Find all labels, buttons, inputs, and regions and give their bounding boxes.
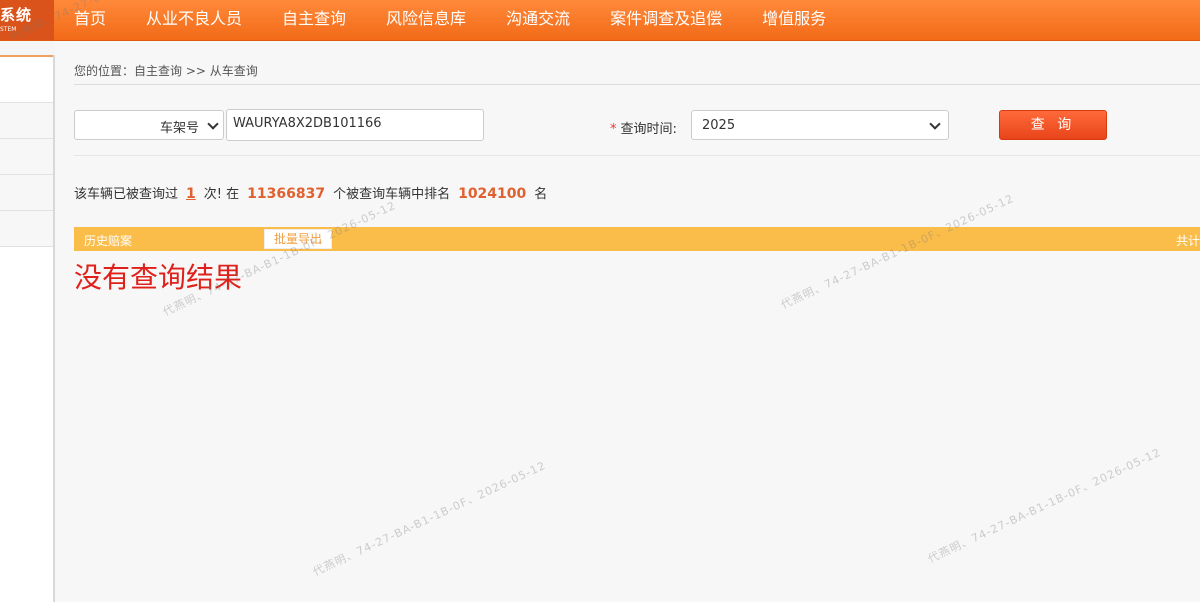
main-nav: 首页 从业不良人员 自主查询 风险信息库 沟通交流 案件调查及追偿 增值服务 [54, 0, 846, 40]
chevron-down-icon [929, 118, 941, 130]
query-count[interactable]: 1 [186, 186, 196, 202]
batch-export-button[interactable]: 批量导出 [264, 229, 332, 249]
query-button[interactable]: 查 询 [999, 110, 1107, 140]
divider [74, 155, 1200, 156]
total-vehicles: 11366837 [247, 186, 326, 202]
query-time-label: * 查询时间: [610, 118, 677, 137]
breadcrumb: 您的位置：自主查询 >> 从车查询 [74, 64, 258, 78]
no-result-message: 没有查询结果 [74, 261, 243, 294]
nav-bad-practitioners[interactable]: 从业不良人员 [126, 0, 262, 40]
stats-prefix: 该车辆已被查询过 [74, 187, 179, 202]
logo[interactable]: 系统 STEM [0, 0, 54, 40]
logo-text: 系统 [0, 6, 33, 24]
query-time-text: 查询时间: [620, 122, 677, 137]
logo-subtext: STEM [0, 26, 17, 33]
sidebar-item[interactable] [0, 139, 53, 175]
nav-self-query[interactable]: 自主查询 [262, 0, 366, 40]
query-stats: 该车辆已被查询过 1 次! 在 11366837 个被查询车辆中排名 1024100 名 [74, 183, 547, 202]
stats-mid1: 次! 在 [203, 187, 240, 202]
stats-mid2: 个被查询车辆中排名 [333, 187, 451, 202]
history-title: 历史赔案 [84, 234, 133, 248]
search-type-value: 车架号 [159, 121, 199, 136]
sidebar-item[interactable] [0, 103, 53, 139]
nav-value-added[interactable]: 增值服务 [742, 0, 846, 40]
query-time-value: 2025 [702, 118, 736, 133]
rank-value: 1024100 [458, 186, 527, 202]
main-content: 您的位置：自主查询 >> 从车查询 车架号 WAURYA8X2DB101166 … [55, 41, 1200, 602]
history-claims-bar: 历史赔案 批量导出 共计 [74, 227, 1200, 251]
top-nav-bar: 系统 STEM 首页 从业不良人员 自主查询 风险信息库 沟通交流 案件调查及追… [0, 0, 1200, 41]
sidebar-item[interactable] [0, 55, 53, 103]
required-mark: * [610, 122, 617, 137]
nav-risk-database[interactable]: 风险信息库 [366, 0, 486, 40]
chevron-down-icon [207, 118, 219, 130]
divider [74, 84, 1200, 85]
nav-communication[interactable]: 沟通交流 [486, 0, 590, 40]
sidebar [0, 55, 55, 602]
stats-suffix: 名 [534, 187, 548, 202]
history-total-label: 共计 [1175, 234, 1200, 248]
nav-home[interactable]: 首页 [54, 0, 126, 40]
search-type-select[interactable]: 车架号 [74, 110, 224, 140]
sidebar-item[interactable] [0, 175, 53, 211]
nav-case-investigation[interactable]: 案件调查及追偿 [590, 0, 742, 40]
query-time-select[interactable]: 2025 [691, 110, 949, 140]
sidebar-item[interactable] [0, 211, 53, 247]
vin-input[interactable]: WAURYA8X2DB101166 [226, 109, 484, 141]
